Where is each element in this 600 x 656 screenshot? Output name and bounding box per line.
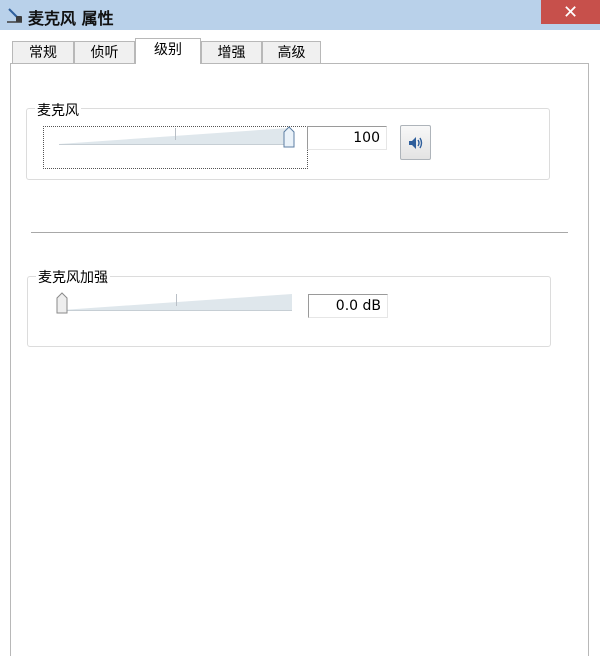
tab-advanced[interactable]: 高级 [262, 41, 321, 63]
title-bar[interactable]: 麦克风 属性 ✕ [0, 0, 600, 30]
tab-general[interactable]: 常规 [12, 41, 74, 63]
microphone-boost-label: 麦克风加强 [36, 267, 110, 287]
properties-window: 麦克风 属性 ✕ 常规 侦听 级别 增强 高级 麦克风 100 麦克风加强 0.… [0, 0, 600, 656]
tab-listen[interactable]: 侦听 [74, 41, 135, 63]
speaker-icon [409, 137, 423, 149]
tab-levels[interactable]: 级别 [135, 38, 201, 64]
microphone-level-slider[interactable] [59, 126, 295, 152]
slider-tick [176, 294, 177, 306]
microphone-label: 麦克风 [35, 100, 81, 120]
tab-enhancements[interactable]: 增强 [201, 41, 262, 63]
slider-tick [175, 128, 176, 140]
slider-track [59, 128, 289, 145]
microphone-level-value[interactable]: 100 [307, 126, 387, 150]
microphone-boost-slider[interactable] [56, 292, 292, 318]
slider-thumb[interactable] [56, 292, 68, 314]
tab-strip: 常规 侦听 级别 增强 高级 [0, 30, 600, 64]
close-icon: ✕ [562, 1, 579, 23]
window-title: 麦克风 属性 [28, 9, 114, 28]
slider-thumb[interactable] [283, 126, 295, 148]
slider-track [62, 294, 292, 311]
mute-toggle-button[interactable] [400, 125, 431, 160]
close-button[interactable]: ✕ [541, 0, 600, 24]
microphone-boost-value[interactable]: 0.0 dB [308, 294, 388, 318]
microphone-icon [7, 8, 22, 23]
section-divider [31, 232, 568, 233]
